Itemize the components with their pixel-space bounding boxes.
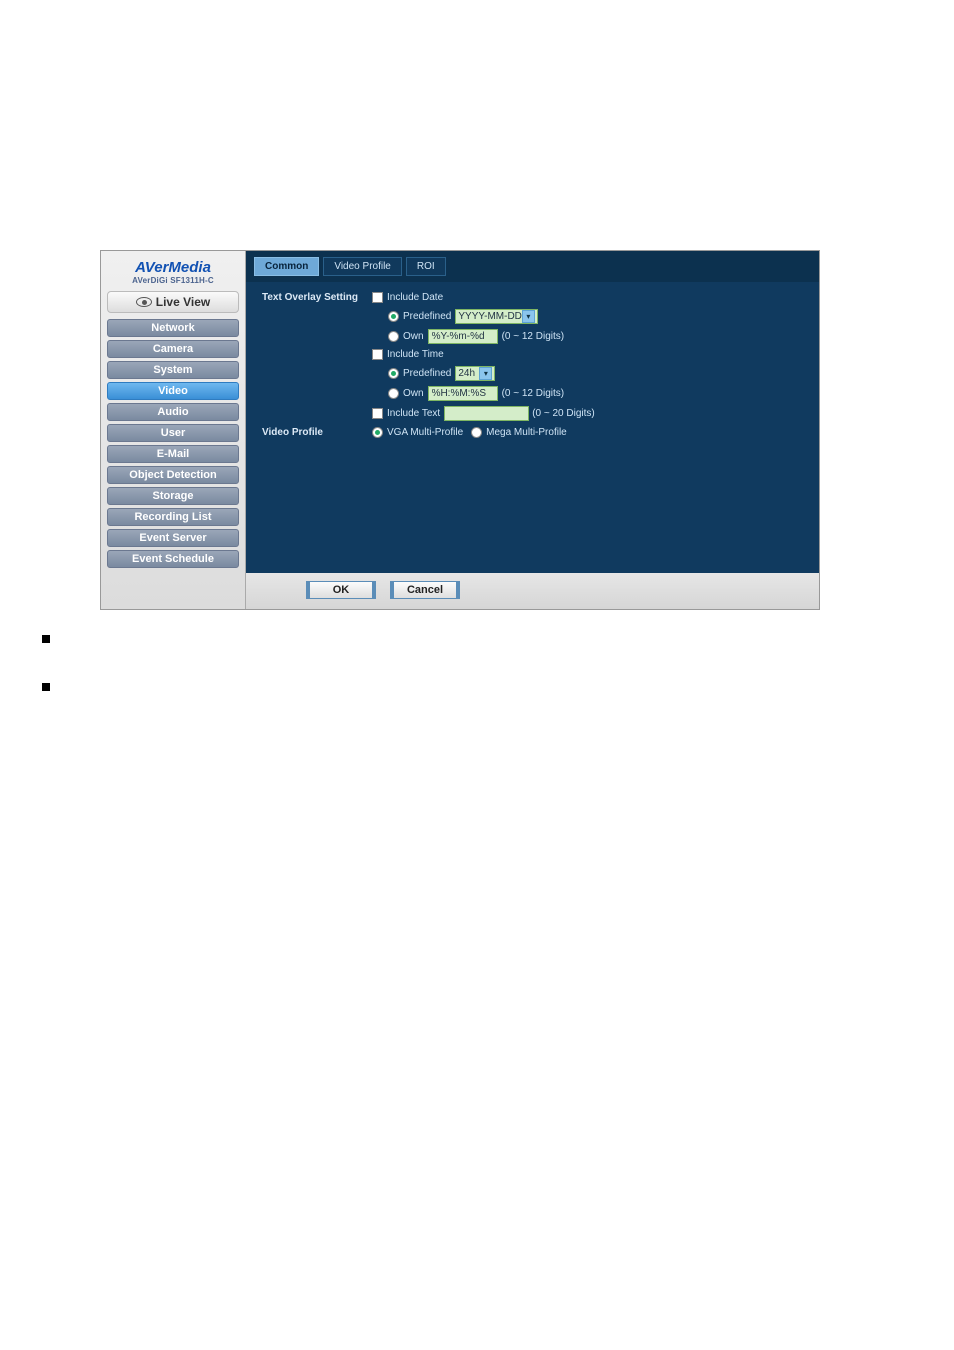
chevron-down-icon: ▾ xyxy=(479,367,492,380)
footer: OK Cancel xyxy=(246,573,819,609)
time-own-label: Own xyxy=(403,388,424,399)
time-predefined-select[interactable]: 24h ▾ xyxy=(455,366,495,381)
include-text-checkbox[interactable] xyxy=(372,408,383,419)
date-predefined-select[interactable]: YYYY-MM-DD ▾ xyxy=(455,309,538,324)
time-own-radio[interactable] xyxy=(388,388,399,399)
sidebar-item-recording-list[interactable]: Recording List xyxy=(107,508,239,526)
vga-profile-label: VGA Multi-Profile xyxy=(387,427,463,438)
sidebar-item-audio[interactable]: Audio xyxy=(107,403,239,421)
time-own-input[interactable]: %H:%M:%S xyxy=(428,386,498,401)
tabs: CommonVideo ProfileROI xyxy=(246,251,819,282)
date-predefined-radio[interactable] xyxy=(388,311,399,322)
tab-common[interactable]: Common xyxy=(254,257,319,276)
sidebar-item-event-server[interactable]: Event Server xyxy=(107,529,239,547)
live-view-label: Live View xyxy=(156,295,210,309)
include-time-checkbox[interactable] xyxy=(372,349,383,360)
date-predefined-value: YYYY-MM-DD xyxy=(458,311,522,322)
mega-profile-radio[interactable] xyxy=(471,427,482,438)
date-own-input[interactable]: %Y-%m-%d xyxy=(428,329,498,344)
content: Text Overlay Setting Include Date Predef… xyxy=(246,282,819,573)
main-panel: CommonVideo ProfileROI Text Overlay Sett… xyxy=(246,251,819,609)
cancel-button[interactable]: Cancel xyxy=(390,581,460,599)
eye-icon xyxy=(136,297,152,307)
date-predefined-label: Predefined xyxy=(403,311,451,322)
mega-profile-label: Mega Multi-Profile xyxy=(486,427,567,438)
time-predefined-radio[interactable] xyxy=(388,368,399,379)
sidebar-item-user[interactable]: User xyxy=(107,424,239,442)
sidebar-item-storage[interactable]: Storage xyxy=(107,487,239,505)
date-own-radio[interactable] xyxy=(388,331,399,342)
vga-profile-radio[interactable] xyxy=(372,427,383,438)
sidebar-item-e-mail[interactable]: E-Mail xyxy=(107,445,239,463)
date-own-hint: (0 ~ 12 Digits) xyxy=(502,331,565,342)
include-text-label: Include Text xyxy=(387,408,440,419)
brand-subtitle: AVerDiGi SF1311H-C xyxy=(107,276,239,285)
include-text-input[interactable] xyxy=(444,406,529,421)
include-date-label: Include Date xyxy=(387,292,443,303)
include-time-label: Include Time xyxy=(387,349,444,360)
date-own-label: Own xyxy=(403,331,424,342)
tab-video-profile[interactable]: Video Profile xyxy=(323,257,402,276)
section-video-profile: Video Profile xyxy=(262,427,372,438)
doc-bullets xyxy=(42,635,50,731)
sidebar-item-event-schedule[interactable]: Event Schedule xyxy=(107,550,239,568)
bullet-icon xyxy=(42,683,50,691)
sidebar-item-system[interactable]: System xyxy=(107,361,239,379)
include-date-checkbox[interactable] xyxy=(372,292,383,303)
sidebar: AVerMedia AVerDiGi SF1311H-C Live View N… xyxy=(101,251,246,609)
brand-logo: AVerMedia xyxy=(107,257,239,276)
sidebar-item-network[interactable]: Network xyxy=(107,319,239,337)
ok-button[interactable]: OK xyxy=(306,581,376,599)
sidebar-item-video[interactable]: Video xyxy=(107,382,239,400)
bullet-icon xyxy=(42,635,50,643)
chevron-down-icon: ▾ xyxy=(522,310,535,323)
include-text-hint: (0 ~ 20 Digits) xyxy=(532,408,595,419)
tab-roi[interactable]: ROI xyxy=(406,257,446,276)
time-own-hint: (0 ~ 12 Digits) xyxy=(502,388,565,399)
app-frame: AVerMedia AVerDiGi SF1311H-C Live View N… xyxy=(100,250,820,610)
sidebar-item-object-detection[interactable]: Object Detection xyxy=(107,466,239,484)
live-view-button[interactable]: Live View xyxy=(107,291,239,313)
sidebar-item-camera[interactable]: Camera xyxy=(107,340,239,358)
time-predefined-value: 24h xyxy=(458,368,475,379)
section-text-overlay: Text Overlay Setting xyxy=(262,292,372,303)
time-predefined-label: Predefined xyxy=(403,368,451,379)
